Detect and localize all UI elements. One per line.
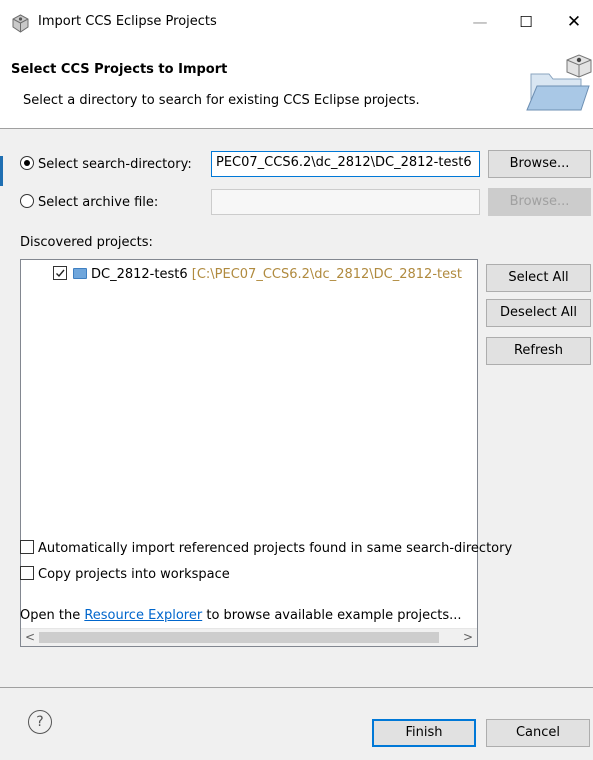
import-dialog: Import CCS Eclipse Projects — ☐ ✕ Select…: [0, 0, 593, 760]
refresh-button[interactable]: Refresh: [486, 337, 591, 365]
maximize-button[interactable]: ☐: [512, 10, 540, 34]
close-button[interactable]: ✕: [560, 10, 588, 34]
archive-file-label: Select archive file:: [38, 195, 159, 210]
window-title: Import CCS Eclipse Projects: [38, 14, 217, 29]
archive-file-option[interactable]: Select archive file:: [20, 194, 158, 210]
scroll-thumb[interactable]: [39, 632, 439, 643]
title-bar: Import CCS Eclipse Projects — ☐ ✕: [0, 0, 593, 48]
help-icon[interactable]: ?: [28, 710, 52, 734]
wizard-body: Select search-directory: PEC07_CCS6.2\dc…: [0, 129, 593, 687]
import-folder-icon: [526, 54, 592, 111]
auto-import-checkbox[interactable]: [20, 540, 34, 554]
resource-suffix: to browse available example projects...: [202, 608, 462, 623]
minimize-button[interactable]: —: [466, 10, 494, 34]
project-folder-icon: [73, 268, 87, 279]
browse-directory-button[interactable]: Browse...: [488, 150, 591, 178]
copy-projects-option[interactable]: Copy projects into workspace: [20, 566, 230, 582]
resource-prefix: Open the: [20, 608, 85, 623]
deselect-all-button[interactable]: Deselect All: [486, 299, 591, 327]
auto-import-label: Automatically import referenced projects…: [38, 541, 513, 556]
discovered-projects-label: Discovered projects:: [20, 235, 153, 250]
cancel-button[interactable]: Cancel: [486, 719, 590, 747]
ccs-app-icon: [12, 14, 29, 33]
tree-item[interactable]: DC_2812-test6 [C:\PEC07_CCS6.2\dc_2812\D…: [53, 266, 462, 282]
copy-projects-checkbox[interactable]: [20, 566, 34, 580]
search-directory-input[interactable]: PEC07_CCS6.2\dc_2812\DC_2812-test6: [211, 151, 480, 177]
archive-file-radio[interactable]: [20, 194, 34, 208]
scroll-right-icon[interactable]: >: [459, 629, 477, 646]
wizard-header: Select CCS Projects to Import Select a d…: [0, 48, 593, 128]
archive-file-input[interactable]: [211, 189, 480, 215]
finish-button[interactable]: Finish: [372, 719, 476, 747]
window-edge-accent: [0, 156, 3, 186]
search-directory-label: Select search-directory:: [38, 157, 192, 172]
select-all-button[interactable]: Select All: [486, 264, 591, 292]
copy-projects-label: Copy projects into workspace: [38, 567, 230, 582]
projects-tree[interactable]: DC_2812-test6 [C:\PEC07_CCS6.2\dc_2812\D…: [20, 259, 478, 647]
page-title: Select CCS Projects to Import: [11, 62, 228, 77]
wizard-footer: ? Finish Cancel: [0, 688, 593, 760]
scroll-left-icon[interactable]: <: [21, 629, 39, 646]
project-path: [C:\PEC07_CCS6.2\dc_2812\DC_2812-test: [191, 267, 462, 282]
project-checkbox[interactable]: [53, 266, 67, 280]
resource-explorer-link[interactable]: Resource Explorer: [84, 608, 202, 623]
search-directory-radio[interactable]: [20, 156, 34, 170]
resource-explorer-text: Open the Resource Explorer to browse ava…: [20, 608, 462, 623]
auto-import-option[interactable]: Automatically import referenced projects…: [20, 540, 512, 556]
checkmark-icon: [56, 269, 65, 278]
browse-archive-button[interactable]: Browse...: [488, 188, 591, 216]
project-name: DC_2812-test6: [91, 267, 188, 282]
search-directory-option[interactable]: Select search-directory:: [20, 156, 192, 172]
horizontal-scrollbar[interactable]: < >: [21, 628, 477, 646]
page-description: Select a directory to search for existin…: [23, 93, 420, 108]
